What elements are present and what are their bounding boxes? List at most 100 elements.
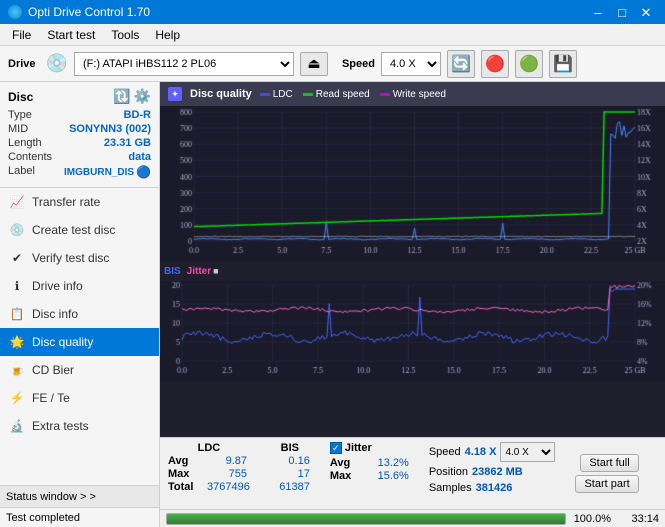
app-title: Opti Drive Control 1.70 — [28, 5, 150, 19]
jitter-max-val: 15.6% — [369, 470, 409, 482]
progress-bar-container — [166, 513, 566, 525]
disc-section-label: Disc — [8, 90, 33, 104]
samples-val: 381426 — [476, 482, 513, 494]
status-window-label: Status window > > — [6, 491, 96, 503]
bis-avg-row: 0.16 — [270, 455, 310, 467]
jitter-avg-val: 13.2% — [369, 457, 409, 469]
chart2-header: BIS Jitter ■ — [160, 261, 665, 281]
close-button[interactable]: ✕ — [635, 4, 657, 20]
minimize-button[interactable]: – — [587, 4, 609, 20]
chart-title-icon: ✦ — [168, 87, 182, 101]
disc-mid-key: MID — [8, 123, 28, 135]
menu-start-test[interactable]: Start test — [39, 26, 103, 44]
jitter-max-key: Max — [330, 470, 365, 482]
extra-tests-icon: 🔬 — [10, 419, 24, 433]
sidebar-item-disc-quality[interactable]: 🌟 Disc quality — [0, 328, 159, 356]
legend-read-speed: Read speed — [303, 89, 370, 100]
sidebar-item-create-test-disc[interactable]: 💿 Create test disc — [0, 216, 159, 244]
progress-percent: 100.0% — [574, 513, 611, 525]
menu-file[interactable]: File — [4, 26, 39, 44]
ldc-max-val: 755 — [207, 468, 247, 480]
ldc-total-val: 3767496 — [207, 481, 250, 493]
title-bar: Opti Drive Control 1.70 – □ ✕ — [0, 0, 665, 24]
sidebar-item-cd-bier[interactable]: 🍺 CD Bier — [0, 356, 159, 384]
jitter-avg-row: Avg 13.2% — [330, 457, 409, 469]
bis-stats-col: BIS 0.16 17 61387 — [270, 442, 310, 505]
jitter-stat-header: Jitter — [345, 442, 372, 454]
bis-jitter-chart — [160, 281, 665, 381]
disc-type-row: Type BD-R — [8, 109, 151, 121]
chart-header: ✦ Disc quality LDC Read speed Write spee… — [160, 82, 665, 106]
disc-type-val: BD-R — [124, 109, 152, 121]
speed-stats-col: Speed 4.18 X 4.0 X Position 23862 MB Sam… — [429, 442, 556, 505]
bis-max-row: 17 — [270, 468, 310, 480]
disc-contents-val: data — [128, 151, 151, 163]
legend-write-speed: Write speed — [380, 89, 446, 100]
sidebar-item-disc-info[interactable]: 📋 Disc info — [0, 300, 159, 328]
disc-mid-val: SONYNN3 (002) — [69, 123, 151, 135]
maximize-button[interactable]: □ — [611, 4, 633, 20]
progress-section: 100.0% 33:14 — [160, 509, 665, 527]
start-part-button[interactable]: Start part — [575, 475, 638, 493]
jitter-avg-key: Avg — [330, 457, 365, 469]
sidebar-item-transfer-rate[interactable]: 📈 Transfer rate — [0, 188, 159, 216]
ldc-avg-row: Avg 9.87 — [168, 455, 250, 467]
legend-ldc: LDC — [260, 89, 293, 100]
sidebar: Disc 🔃 ⚙️ Type BD-R MID SONYNN3 (002) Le… — [0, 82, 160, 527]
read-speed-dot — [303, 93, 313, 96]
title-bar-controls: – □ ✕ — [587, 4, 657, 20]
menu-tools[interactable]: Tools — [103, 26, 147, 44]
ldc-avg-val: 9.87 — [207, 455, 247, 467]
ldc-max-row: Max 755 — [168, 468, 250, 480]
drive-info-icon: ℹ — [10, 279, 24, 293]
sidebar-item-extra-tests[interactable]: 🔬 Extra tests — [0, 412, 159, 440]
ldc-stats-col: LDC Avg 9.87 Max 755 Total 3767496 — [168, 442, 250, 505]
menu-help[interactable]: Help — [147, 26, 188, 44]
speed-select[interactable]: 4.0 X — [381, 52, 441, 76]
disc-icon1[interactable]: 🔃 — [113, 88, 130, 105]
refresh-button[interactable]: 🔄 — [447, 50, 475, 78]
jitter-max-row: Max 15.6% — [330, 470, 409, 482]
stats-table: LDC Avg 9.87 Max 755 Total 3767496 — [160, 438, 665, 509]
right-panel: ✦ Disc quality LDC Read speed Write spee… — [160, 82, 665, 527]
transfer-rate-icon: 📈 — [10, 195, 24, 209]
status-completed-text: Test completed — [6, 512, 80, 524]
disc-contents-row: Contents data — [8, 151, 151, 163]
sidebar-item-drive-info[interactable]: ℹ Drive info — [0, 272, 159, 300]
disc-length-row: Length 23.31 GB — [8, 137, 151, 149]
bis-label: BIS — [164, 266, 181, 277]
disc-icon2[interactable]: ⚙️ — [134, 88, 151, 105]
sidebar-item-verify-test-disc[interactable]: ✔ Verify test disc — [0, 244, 159, 272]
progress-time: 33:14 — [619, 513, 659, 525]
speed-stat-val: 4.18 X — [465, 446, 497, 458]
drive-icon: 💿 — [46, 53, 68, 74]
cd-bier-icon: 🍺 — [10, 363, 24, 377]
disc-info-header: Disc 🔃 ⚙️ — [8, 88, 151, 105]
write-speed-dot — [380, 93, 390, 96]
disc-info-icon: 📋 — [10, 307, 24, 321]
sidebar-item-fe-te[interactable]: ⚡ FE / Te — [0, 384, 159, 412]
disc-label-row: Label IMGBURN_DIS 🔵 — [8, 165, 151, 179]
jitter-checkbox[interactable]: ✓ — [330, 442, 342, 454]
speed-stat-select[interactable]: 4.0 X — [500, 442, 555, 462]
chart-legend: LDC Read speed Write speed — [260, 89, 446, 100]
drive-label: Drive — [8, 58, 36, 70]
bis-total-val: 61387 — [270, 481, 310, 493]
save-button[interactable]: 💾 — [549, 50, 577, 78]
eject-button[interactable]: ⏏ — [300, 52, 328, 76]
color2-button[interactable]: 🟢 — [515, 50, 543, 78]
samples-label: Samples — [429, 482, 472, 494]
color1-button[interactable]: 🔴 — [481, 50, 509, 78]
status-completed: Test completed — [0, 507, 159, 527]
drive-select[interactable]: (F:) ATAPI iHBS112 2 PL06 — [74, 52, 294, 76]
toolbar: Drive 💿 (F:) ATAPI iHBS112 2 PL06 ⏏ Spee… — [0, 46, 665, 82]
bis-max-val: 17 — [270, 468, 310, 480]
disc-quality-icon: 🌟 — [10, 335, 24, 349]
status-window-bar[interactable]: Status window > > — [0, 485, 159, 507]
position-val: 23862 MB — [472, 466, 523, 478]
chart-title: Disc quality — [190, 88, 252, 100]
start-full-button[interactable]: Start full — [580, 454, 638, 472]
disc-length-val: 23.31 GB — [104, 137, 151, 149]
main-content: Disc 🔃 ⚙️ Type BD-R MID SONYNN3 (002) Le… — [0, 82, 665, 527]
jitter-stats-col: ✓ Jitter Avg 13.2% Max 15.6% — [330, 442, 409, 505]
